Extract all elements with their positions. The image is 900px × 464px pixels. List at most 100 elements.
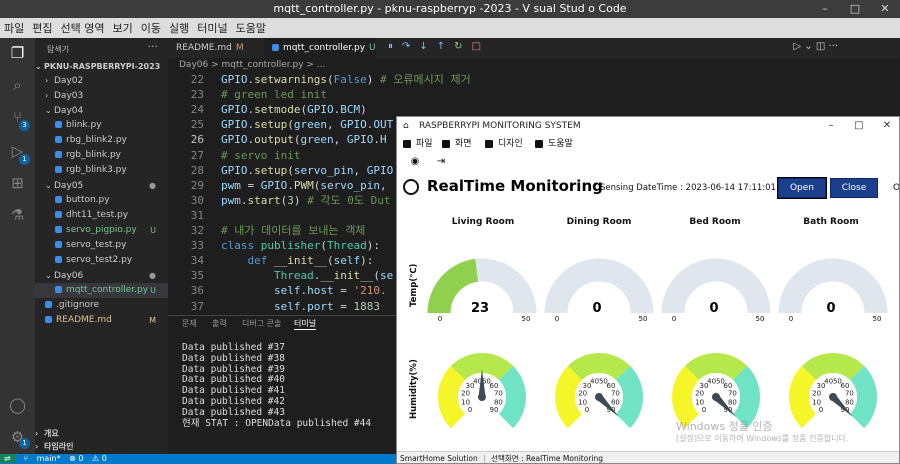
- account-icon[interactable]: ◯: [8, 396, 27, 415]
- explorer-sidebar: 탐색기 ··· ⌄ PKNU-RASPBERRYPI-2023 › Day02 › Da…: [35, 38, 168, 454]
- code-text: # 내가 데이터를 보내는 객체: [221, 224, 366, 237]
- line-number: 31: [190, 208, 204, 222]
- humidity-band: [555, 365, 583, 429]
- humidity-tick-label: 10: [461, 398, 470, 406]
- tree-file[interactable]: blink.py: [35, 118, 168, 133]
- outline-label: 개요: [44, 429, 59, 438]
- humidity-band: [789, 365, 817, 429]
- more-actions-icon[interactable]: ···: [148, 40, 159, 53]
- run-file-icon[interactable]: ▷ ⌄ ◫ ···: [793, 41, 838, 52]
- line-number: 36: [190, 284, 204, 298]
- tree-folder[interactable]: ⌄ Day06 ●: [35, 268, 168, 283]
- tree-file[interactable]: servo_test2.py: [35, 253, 168, 268]
- pause-icon[interactable]: ⏸: [388, 41, 393, 55]
- branch-status[interactable]: ⑂ main*: [23, 454, 60, 463]
- menu-selection[interactable]: 선택 영역: [57, 20, 109, 36]
- chevron-right-icon: ›: [45, 91, 49, 100]
- step-out-icon[interactable]: ↑: [437, 41, 445, 55]
- code-text: GPIO.setmode(GPIO.BCM): [221, 103, 367, 117]
- line-number: 28: [190, 163, 204, 177]
- temp-max-tick: 50: [873, 315, 882, 323]
- tree-file[interactable]: rgb_blink3.py: [35, 163, 168, 178]
- testing-icon[interactable]: ⚗: [8, 206, 27, 225]
- git-status-mark: M: [149, 316, 156, 325]
- humidity-band: [732, 365, 760, 429]
- step-over-icon[interactable]: ↷: [402, 41, 410, 55]
- explorer-icon[interactable]: ❐: [8, 44, 27, 63]
- menu-terminal[interactable]: 터미널: [193, 20, 231, 36]
- timeline-section[interactable]: › 타임라인: [35, 439, 168, 454]
- tab-readme[interactable]: README.md M: [168, 38, 264, 58]
- code-text: # servo init: [221, 148, 301, 162]
- breadcrumb[interactable]: Day06 > mqtt_controller.py > ...: [179, 60, 325, 70]
- gauges-canvas: 230 5000 5000 5000 50010203040 5060708090 0102…: [427, 258, 888, 429]
- tab-label: mqtt_controller.py: [283, 43, 366, 53]
- file-icon: [55, 121, 62, 128]
- extensions-icon[interactable]: ⊞: [8, 174, 27, 193]
- chevron-down-icon: ⌄: [45, 271, 52, 280]
- activity-bar: ❐ ⌕ ⑂ 3 ▷ 1 ⊞ ⚗ ◯ ⚙ 1: [0, 38, 35, 454]
- tab-terminal[interactable]: 터미널: [294, 318, 317, 330]
- debug-toolbar: ⏸ ↷ ↓ ↑ ↻ □: [388, 41, 481, 55]
- humidity-band: [684, 353, 748, 381]
- temp-min-tick: 0: [672, 315, 676, 323]
- temp-max-tick: 50: [522, 315, 531, 323]
- tree-file[interactable]: servo_pigpio.py U: [35, 223, 168, 238]
- warning-count[interactable]: ⚠ 0: [92, 454, 107, 463]
- menu-file[interactable]: 파일: [0, 20, 28, 36]
- menu-help[interactable]: 도움말: [232, 20, 270, 36]
- humidity-band: [672, 365, 700, 429]
- temp-value: 23: [471, 301, 489, 316]
- tree-file[interactable]: README.md M: [35, 313, 168, 328]
- temp-value: 0: [592, 301, 601, 316]
- file-icon: [55, 151, 62, 158]
- tree-file[interactable]: button.py: [35, 193, 168, 208]
- workspace-root[interactable]: ⌄ PKNU-RASPBERRYPI-2023: [35, 59, 168, 74]
- stop-icon[interactable]: □: [472, 41, 481, 55]
- tree-file[interactable]: dht11_test.py: [35, 208, 168, 223]
- vscode-window-title: mqtt_controller.py - pknu-raspberryp -20…: [273, 2, 627, 15]
- humidity-tick-label: 40: [707, 378, 716, 386]
- humidity-tick-label: 20: [695, 390, 704, 398]
- close-icon[interactable]: ✕: [870, 0, 900, 18]
- menu-edit[interactable]: 편집: [28, 20, 56, 36]
- minimize-icon[interactable]: –: [810, 0, 840, 18]
- step-into-icon[interactable]: ↓: [419, 41, 427, 55]
- code-text: self.host = '210.: [273, 284, 387, 298]
- chevron-right-icon: ›: [35, 442, 39, 451]
- file-icon: [55, 196, 62, 203]
- restart-icon[interactable]: ↻: [454, 41, 462, 55]
- tree-file[interactable]: servo_test.py: [35, 238, 168, 253]
- tree-file[interactable]: .gitignore: [35, 298, 168, 313]
- file-icon: [55, 256, 62, 263]
- tab-problems[interactable]: 문제: [182, 318, 197, 329]
- error-count[interactable]: ⊗ 0: [69, 454, 83, 463]
- line-number: 32: [190, 224, 204, 237]
- tree-file[interactable]: rgb_blink.py: [35, 148, 168, 163]
- line-number: 30: [190, 193, 204, 207]
- maximize-icon[interactable]: □: [840, 0, 870, 18]
- temp-min-tick: 0: [789, 315, 793, 323]
- menu-run[interactable]: 실행: [165, 20, 193, 36]
- tree-folder[interactable]: ⌄ Day04: [35, 103, 168, 118]
- code-text: GPIO.output(green, GPIO.H: [221, 133, 387, 147]
- tree-folder[interactable]: ⌄ Day05 ●: [35, 178, 168, 193]
- search-icon[interactable]: ⌕: [8, 76, 27, 95]
- tab-output[interactable]: 출력: [212, 318, 227, 329]
- tab-mqtt-controller[interactable]: mqtt_controller.py U: [264, 38, 376, 58]
- tree-folder[interactable]: › Day03: [35, 88, 168, 103]
- humidity-tick-label: 20: [812, 390, 821, 398]
- line-number: 26: [190, 133, 204, 147]
- menu-go[interactable]: 이동: [137, 20, 165, 36]
- terminal-line: 현재 STAT : OPENData published #44: [182, 417, 372, 429]
- tree-file[interactable]: rbg_blink2.py: [35, 133, 168, 148]
- menu-view[interactable]: 보기: [108, 20, 136, 36]
- line-number: 22: [190, 73, 204, 86]
- tree-file[interactable]: mqtt_controller.py U: [35, 283, 168, 298]
- remote-icon[interactable]: ⇌: [0, 454, 15, 463]
- tab-debug-console[interactable]: 디버그 콘솔: [242, 318, 281, 329]
- humidity-band: [801, 353, 865, 381]
- tree-folder[interactable]: › Day02: [35, 73, 168, 88]
- terminal-output[interactable]: Data published #37 Data published #38 Data…: [182, 342, 372, 429]
- tab-mark: U: [369, 43, 376, 53]
